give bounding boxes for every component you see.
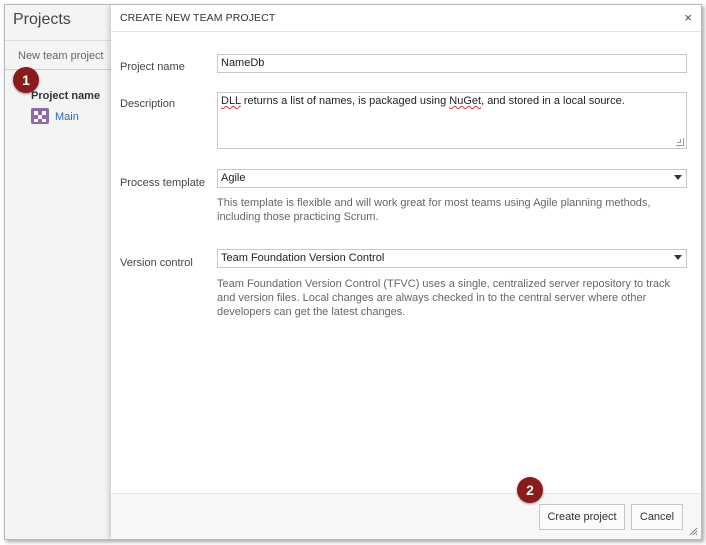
version-control-value: Team Foundation Version Control [221,252,385,264]
team-project-icon [31,108,49,124]
textarea-resize-grip[interactable] [676,138,684,146]
version-control-help: Team Foundation Version Control (TFVC) u… [217,278,671,318]
project-name-label: Project name [120,61,185,73]
process-template-value: Agile [221,172,246,184]
description-text-part: returns a list of names, is packaged usi… [240,95,450,107]
description-textarea[interactable]: DLL returns a list of names, is packaged… [217,92,687,149]
version-control-select[interactable]: Team Foundation Version Control [217,249,687,268]
dialog-title: CREATE NEW TEAM PROJECT [120,12,276,24]
resize-grip-icon[interactable] [688,526,698,536]
process-template-help: This template is flexible and will work … [217,197,651,223]
description-text-part: , and stored in a local source. [481,95,625,107]
new-team-project-link[interactable]: New team project [18,50,104,62]
description-text-part: NuGet [449,95,482,107]
process-template-select[interactable]: Agile [217,169,687,188]
description-text-part: DLL [221,95,241,107]
chevron-down-icon [674,255,682,260]
page-title: Projects [13,11,71,28]
project-name-input[interactable]: NameDb [217,54,687,73]
create-team-project-dialog: CREATE NEW TEAM PROJECT × Project name N… [111,5,701,539]
close-icon[interactable]: × [684,10,692,25]
description-label: Description [120,98,176,110]
create-project-button[interactable]: Create project [539,504,625,530]
process-template-label: Process template [120,177,205,189]
divider [5,40,125,41]
cancel-button[interactable]: Cancel [631,504,683,530]
divider [111,31,701,32]
dialog-footer: Create project Cancel [111,493,701,539]
callout-badge-2: 2 [517,477,543,503]
screenshot-frame: Projects New team project Project name M… [4,4,702,540]
chevron-down-icon [674,175,682,180]
version-control-label: Version control [120,257,193,269]
column-header-project-name: Project name [31,90,101,102]
project-link-main[interactable]: Main [55,111,79,123]
callout-badge-1: 1 [13,67,39,93]
